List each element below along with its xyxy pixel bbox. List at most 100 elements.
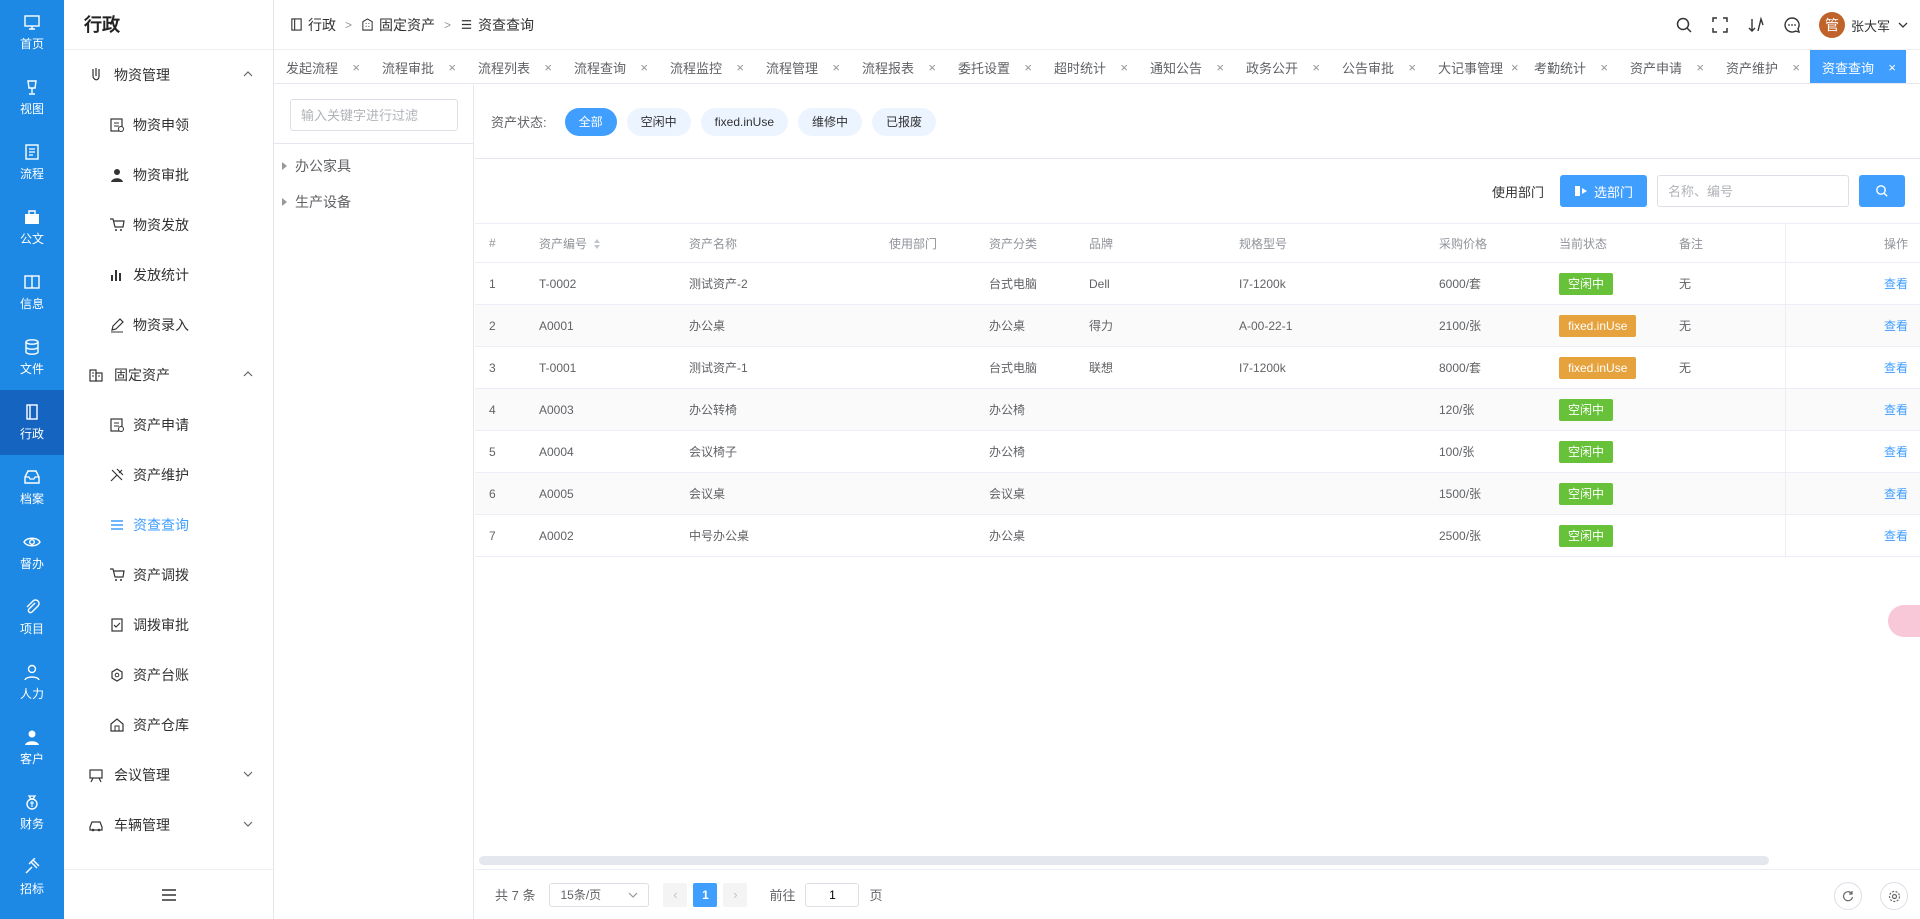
tab[interactable]: 政务公开 × [1234, 50, 1330, 83]
view-link[interactable]: 查看 [1884, 443, 1908, 460]
status-option-idle[interactable]: 空闲中 [626, 107, 691, 136]
search-icon[interactable] [1675, 16, 1693, 34]
sidebar-item[interactable]: 调拨审批 [64, 600, 273, 650]
user-name[interactable]: 张大军 [1851, 16, 1890, 35]
sidebar-item[interactable]: 物资审批 [64, 150, 273, 200]
close-icon[interactable]: × [1408, 60, 1416, 75]
tab[interactable]: 流程列表 × [466, 50, 562, 83]
sidebar-item[interactable]: 资产调拨 [64, 550, 273, 600]
col-header-code[interactable]: 资产编号 [525, 235, 675, 252]
sidebar-item[interactable]: 发放统计 [64, 250, 273, 300]
table-row[interactable]: 2 A0001 办公桌 办公桌 得力 A-00-22-1 2100/张 fixed.inUse… [475, 305, 1920, 347]
close-icon[interactable]: × [544, 60, 552, 75]
tab[interactable]: 流程监控 × [658, 50, 754, 83]
rail-item[interactable]: 档案 [0, 455, 64, 520]
sidebar-group[interactable]: 车辆管理 [64, 800, 273, 850]
font-size-icon[interactable] [1747, 16, 1765, 34]
status-option-in-use[interactable]: fixed.inUse [700, 107, 789, 136]
refresh-button[interactable] [1834, 882, 1862, 910]
status-option-all[interactable]: 全部 [564, 107, 617, 136]
rail-item[interactable]: 项目 [0, 585, 64, 650]
close-icon[interactable]: × [352, 60, 360, 75]
close-icon[interactable]: × [448, 60, 456, 75]
tab[interactable]: 流程查询 × [562, 50, 658, 83]
table-row[interactable]: 4 A0003 办公转椅 办公椅 120/张 空闲中 查看 [475, 389, 1920, 431]
sidebar-item[interactable]: 资查查询 [64, 500, 273, 550]
close-icon[interactable]: × [1600, 60, 1608, 75]
sidebar-group[interactable]: 会议管理 [64, 750, 273, 800]
column-settings-button[interactable] [1880, 882, 1908, 910]
tree-filter-input[interactable] [290, 99, 458, 131]
rail-item[interactable]: 文件 [0, 325, 64, 390]
prev-page-button[interactable]: ‹ [663, 882, 688, 907]
close-icon[interactable]: × [832, 60, 840, 75]
view-link[interactable]: 查看 [1884, 275, 1908, 292]
rail-item[interactable]: 首页 [0, 0, 64, 65]
sidebar-item[interactable]: 物资录入 [64, 300, 273, 350]
close-icon[interactable]: × [736, 60, 744, 75]
sort-icon[interactable] [593, 238, 601, 250]
collapse-sidebar-button[interactable] [64, 869, 273, 919]
tab[interactable]: 资产维护 × [1714, 50, 1810, 83]
page-size-select[interactable]: 15条/页 [549, 882, 650, 907]
rail-item[interactable]: 招标 [0, 845, 64, 910]
sidebar-item[interactable]: 资产仓库 [64, 700, 273, 750]
rail-item[interactable]: 客户 [0, 715, 64, 780]
floating-assistant-badge[interactable] [1888, 605, 1920, 637]
tab[interactable]: 流程报表 × [850, 50, 946, 83]
rail-item[interactable]: 信息 [0, 260, 64, 325]
tab[interactable]: 流程审批 × [370, 50, 466, 83]
table-row[interactable]: 6 A0005 会议桌 会议桌 1500/张 空闲中 查看 [475, 473, 1920, 515]
fullscreen-icon[interactable] [1711, 16, 1729, 34]
tab[interactable]: 委托设置 × [946, 50, 1042, 83]
close-icon[interactable]: × [1312, 60, 1320, 75]
rail-item[interactable]: 视图 [0, 65, 64, 130]
next-page-button[interactable]: › [723, 882, 748, 907]
close-icon[interactable]: × [1216, 60, 1224, 75]
view-link[interactable]: 查看 [1884, 359, 1908, 376]
close-icon[interactable]: × [1120, 60, 1128, 75]
table-row[interactable]: 7 A0002 中号办公桌 办公桌 2500/张 空闲中 查看 [475, 515, 1920, 557]
close-icon[interactable]: × [640, 60, 648, 75]
rail-item[interactable]: 督办 [0, 520, 64, 585]
status-option-repair[interactable]: 维修中 [798, 107, 863, 136]
goto-page-input[interactable] [805, 882, 860, 907]
search-input[interactable] [1657, 175, 1849, 207]
view-link[interactable]: 查看 [1884, 317, 1908, 334]
tab[interactable]: 公告审批 × [1330, 50, 1426, 83]
close-icon[interactable]: × [928, 60, 936, 75]
table-row[interactable]: 1 T-0002 测试资产-2 台式电脑 Dell I7-1200k 6000/套 空闲中 无 查… [475, 263, 1920, 305]
tab[interactable]: 发起流程 × [274, 50, 370, 83]
close-icon[interactable]: × [1888, 60, 1896, 75]
sidebar-group[interactable]: 固定资产 [64, 350, 273, 400]
rail-item[interactable]: 人力 [0, 650, 64, 715]
sidebar-item[interactable]: 资产台账 [64, 650, 273, 700]
breadcrumb-item[interactable]: 固定资产 [379, 15, 435, 35]
tab[interactable]: 资产申请 × [1618, 50, 1714, 83]
rail-item[interactable]: 财务 [0, 780, 64, 845]
select-dept-button[interactable]: 选部门 [1559, 175, 1647, 207]
close-icon[interactable]: × [1024, 60, 1032, 75]
message-icon[interactable] [1783, 16, 1801, 34]
chevron-down-icon[interactable] [1898, 20, 1908, 30]
tab[interactable]: 超时统计 × [1042, 50, 1138, 83]
tree-node[interactable]: 办公家具 [274, 148, 473, 184]
status-option-scrapped[interactable]: 已报废 [872, 107, 937, 136]
sidebar-item[interactable]: 资产申请 [64, 400, 273, 450]
rail-item[interactable]: 公文 [0, 195, 64, 260]
tab[interactable]: 通知公告 × [1138, 50, 1234, 83]
sidebar-item[interactable]: 物资发放 [64, 200, 273, 250]
table-row[interactable]: 5 A0004 会议椅子 办公椅 100/张 空闲中 查看 [475, 431, 1920, 473]
tree-node[interactable]: 生产设备 [274, 184, 473, 220]
view-link[interactable]: 查看 [1884, 485, 1908, 502]
close-icon[interactable]: × [1511, 60, 1519, 75]
close-icon[interactable]: × [1696, 60, 1704, 75]
rail-item[interactable]: 行政 [0, 390, 64, 455]
tab[interactable]: 资查查询 × [1810, 50, 1906, 83]
close-icon[interactable]: × [1792, 60, 1800, 75]
table-row[interactable]: 3 T-0001 测试资产-1 台式电脑 联想 I7-1200k 8000/套 fixed.i… [475, 347, 1920, 389]
search-button[interactable] [1859, 175, 1905, 207]
sidebar-item[interactable]: 物资申领 [64, 100, 273, 150]
avatar[interactable]: 管 [1818, 12, 1845, 38]
breadcrumb-item[interactable]: 行政 [308, 15, 336, 35]
